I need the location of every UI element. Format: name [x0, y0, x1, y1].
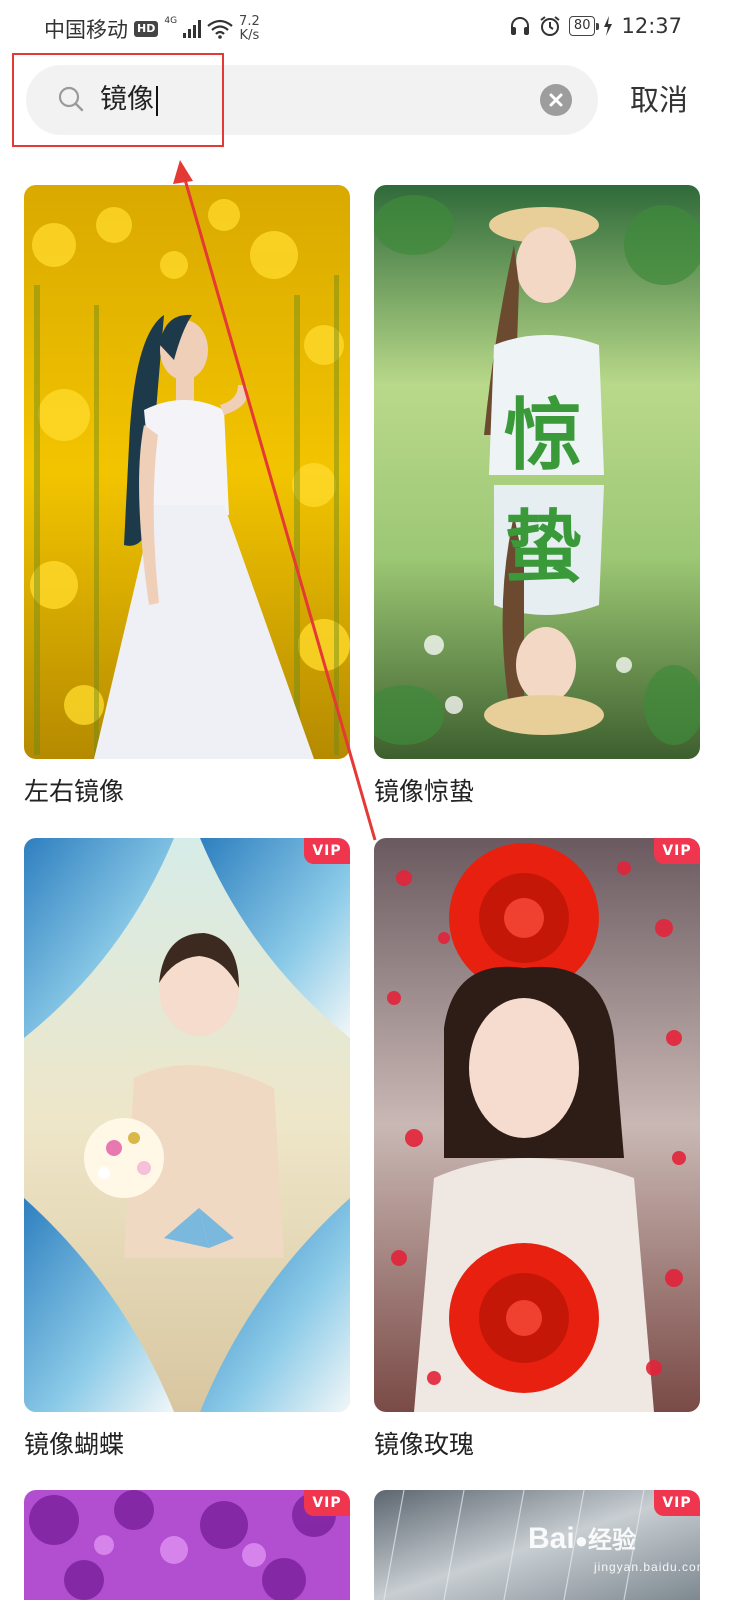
vip-badge: VIP: [654, 838, 700, 864]
annotation-highlight-box: [12, 53, 224, 147]
clear-search-icon[interactable]: [540, 84, 572, 116]
status-right: 80 12:37: [509, 14, 682, 38]
overlay-char: 惊: [504, 391, 583, 481]
watermark-logo: Bai●经验 jingyan.baidu.com: [528, 1520, 718, 1574]
vip-badge: VIP: [304, 838, 350, 864]
overlay-char: 蛰: [504, 503, 583, 593]
watermark-url: jingyan.baidu.com: [594, 1560, 708, 1574]
signal-icon: [183, 20, 202, 38]
paw-icon: ●: [574, 1528, 588, 1553]
watermark-brand: Bai: [528, 1522, 575, 1555]
watermark-brand-cn: 经验: [587, 1527, 636, 1554]
status-left: 中国移动 HD 4G 7.2 K/s: [44, 14, 260, 44]
card-title: 镜像蝴蝶: [24, 1430, 125, 1459]
hd-badge: HD: [134, 21, 159, 37]
headphone-icon: [510, 17, 529, 35]
network-type: 4G: [164, 16, 178, 26]
thumbnail-image: VIP: [24, 838, 350, 1412]
speed-unit: K/s: [239, 28, 260, 43]
status-bar: 中国移动 HD 4G 7.2 K/s 80 12:37: [0, 0, 738, 56]
card-title: 左右镜像: [24, 777, 125, 806]
card-title: 镜像惊蛰: [374, 777, 475, 806]
thumbnail-image: VIP: [24, 1490, 350, 1600]
cancel-button[interactable]: 取消: [630, 80, 688, 120]
thumbnail-image: [24, 185, 350, 759]
speed-value: 7.2: [239, 14, 260, 29]
carrier-name: 中国移动: [44, 18, 128, 42]
network-speed: 7.2 K/s: [239, 15, 260, 43]
thumbnail-image: VIP: [374, 838, 700, 1412]
thumbnail-image: 惊 蛰: [374, 185, 700, 759]
alarm-icon: [540, 16, 560, 36]
vip-badge: VIP: [304, 1490, 350, 1516]
wifi-icon: [207, 19, 233, 39]
battery-indicator: 80: [568, 16, 599, 36]
vip-badge: VIP: [654, 1490, 700, 1516]
charging-icon: [604, 16, 613, 36]
clock: 12:37: [621, 14, 682, 38]
card-title: 镜像玫瑰: [374, 1430, 475, 1459]
